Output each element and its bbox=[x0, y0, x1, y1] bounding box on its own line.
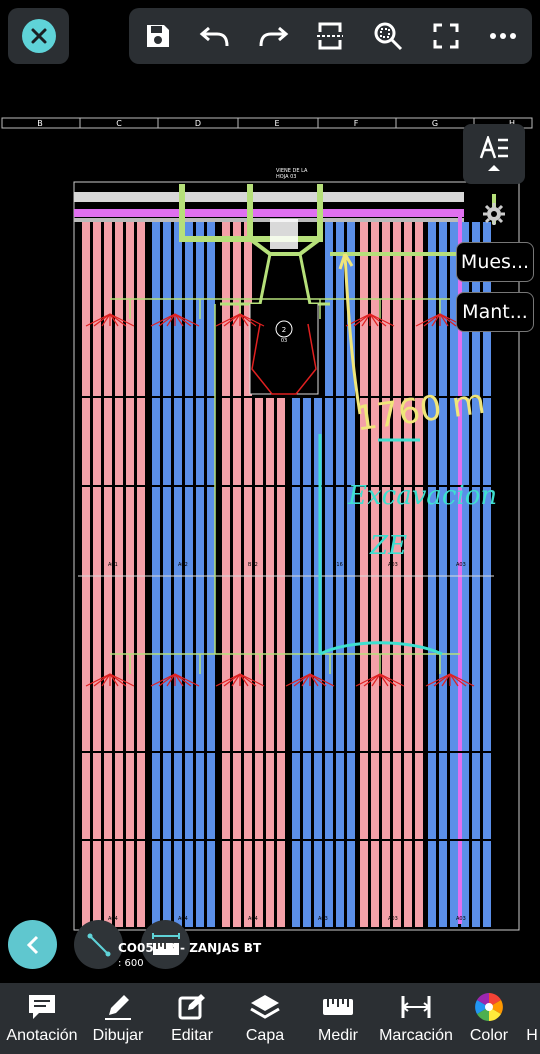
sheet-scale: : 600 bbox=[118, 958, 144, 969]
svg-text:A04: A04 bbox=[178, 916, 188, 922]
tab-layer[interactable]: Capa bbox=[232, 983, 298, 1054]
svg-text:A02: A02 bbox=[178, 562, 188, 568]
text-style-icon bbox=[479, 136, 508, 159]
panel-strip bbox=[277, 397, 285, 927]
more-icon[interactable] bbox=[483, 16, 523, 56]
line-tool-icon bbox=[87, 933, 110, 956]
panel-strip bbox=[439, 222, 447, 927]
panel-strip bbox=[404, 222, 412, 927]
header-band: VIENE DE LA HOJA 03 bbox=[74, 168, 464, 222]
svg-text:A03: A03 bbox=[456, 916, 466, 922]
close-button[interactable] bbox=[8, 8, 69, 64]
dimension-icon bbox=[400, 993, 432, 1021]
station-number: 2 bbox=[282, 326, 286, 334]
sheet-title: CO05 · R - ZANJAS BT bbox=[118, 941, 262, 955]
tab-draw[interactable]: Dibujar bbox=[84, 983, 152, 1054]
column-ruler: B C D E F G H bbox=[1, 117, 533, 129]
header-note-2: HOJA 03 bbox=[276, 174, 296, 180]
svg-text:B16: B16 bbox=[333, 562, 343, 568]
fullscreen-icon[interactable] bbox=[426, 16, 466, 56]
panel-strip bbox=[137, 222, 145, 927]
column-label-c: C bbox=[116, 119, 122, 128]
ruler-icon bbox=[322, 993, 354, 1021]
show-layer-button[interactable]: Mues... bbox=[456, 242, 534, 282]
panel-strip bbox=[222, 222, 230, 927]
panel-strip bbox=[360, 222, 368, 927]
tab-more[interactable]: H bbox=[524, 983, 540, 1054]
annotation-icon bbox=[26, 993, 58, 1021]
panel-strip bbox=[126, 222, 134, 927]
gear-icon[interactable] bbox=[483, 203, 505, 225]
column-label-b: B bbox=[37, 119, 43, 128]
svg-text:A04: A04 bbox=[108, 916, 118, 922]
bottom-tab-bar: Anotación Dibujar Editar Capa Medir Marc… bbox=[0, 983, 540, 1054]
chevron-left-icon bbox=[26, 935, 38, 954]
pencil-icon bbox=[102, 993, 134, 1021]
panel-strip bbox=[163, 222, 171, 927]
tab-annotation[interactable]: Anotación bbox=[0, 983, 84, 1054]
panel-strip bbox=[428, 222, 436, 927]
color-wheel-icon bbox=[473, 993, 505, 1021]
tab-markup[interactable]: Marcación bbox=[378, 983, 454, 1054]
panel-strip bbox=[207, 222, 215, 927]
keep-layer-button[interactable]: Mant... bbox=[456, 292, 534, 332]
panel-strip bbox=[233, 222, 241, 927]
svg-text:A03: A03 bbox=[456, 562, 466, 568]
svg-text:A01: A01 bbox=[108, 562, 118, 568]
panel-strip bbox=[93, 222, 101, 927]
panel-strip bbox=[415, 222, 423, 927]
undo-icon[interactable] bbox=[195, 16, 235, 56]
svg-text:B12: B12 bbox=[248, 562, 258, 568]
panel-strip bbox=[266, 397, 274, 927]
svg-text:A03: A03 bbox=[388, 562, 398, 568]
cad-drawing[interactable]: B C D E F G H VIENE DE LA HOJA 03 bbox=[0, 114, 540, 944]
panel-strip bbox=[196, 222, 204, 927]
panel-strip bbox=[255, 397, 263, 927]
ink-excavation: Excavacion bbox=[347, 481, 497, 511]
column-label-d: D bbox=[195, 119, 201, 128]
panel-strip bbox=[292, 397, 300, 927]
back-button[interactable] bbox=[8, 920, 57, 969]
top-toolbar bbox=[129, 8, 532, 64]
station-sub: 03 bbox=[281, 338, 287, 344]
tab-edit[interactable]: Editar bbox=[152, 983, 232, 1054]
block-labels: A01 A02 B12 B16 A03 A03 A04 A04 A04 A03 … bbox=[108, 562, 466, 922]
panel-strip bbox=[336, 222, 344, 927]
column-label-e: E bbox=[274, 119, 279, 128]
save-icon[interactable] bbox=[138, 16, 178, 56]
column-label-f: F bbox=[354, 119, 359, 128]
tab-color[interactable]: Color bbox=[454, 983, 524, 1054]
panel-strip bbox=[325, 222, 333, 927]
panel-strip bbox=[82, 222, 90, 927]
ink-ze: ZE bbox=[369, 531, 407, 561]
tab-measure[interactable]: Medir bbox=[298, 983, 378, 1054]
panel-strip bbox=[303, 397, 311, 927]
panel-strip bbox=[115, 222, 123, 927]
panel-strip bbox=[174, 222, 182, 927]
panel-strip bbox=[393, 222, 401, 927]
line-measure-button[interactable] bbox=[74, 920, 123, 969]
column-label-g: G bbox=[432, 119, 438, 128]
text-style-button[interactable] bbox=[463, 124, 525, 184]
fit-width-icon[interactable] bbox=[310, 16, 350, 56]
svg-text:A03: A03 bbox=[388, 916, 398, 922]
panel-strip bbox=[185, 222, 193, 927]
zoom-search-icon[interactable] bbox=[368, 16, 408, 56]
close-icon bbox=[21, 19, 56, 53]
panel-strip bbox=[104, 222, 112, 927]
svg-text:A04: A04 bbox=[248, 916, 258, 922]
panel-strip bbox=[371, 222, 379, 927]
svg-text:A03: A03 bbox=[318, 916, 328, 922]
panel-strip bbox=[382, 222, 390, 927]
panel-strip bbox=[152, 222, 160, 927]
redo-icon[interactable] bbox=[253, 16, 293, 56]
edit-icon bbox=[176, 993, 208, 1021]
layers-icon bbox=[249, 993, 281, 1021]
